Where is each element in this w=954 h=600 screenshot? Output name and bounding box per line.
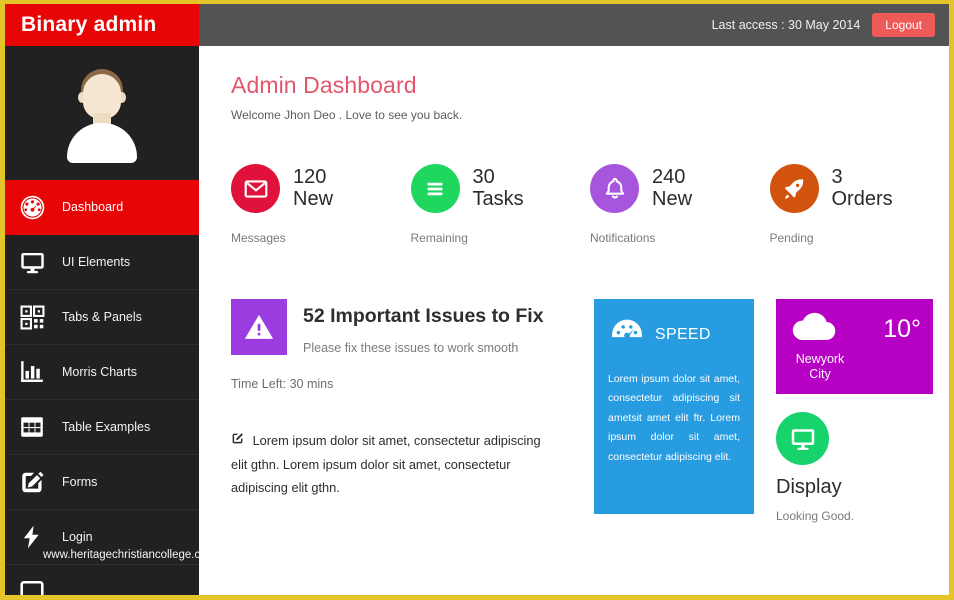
sidebar-item-morris-charts[interactable]: Morris Charts (5, 345, 199, 400)
stat-label: Notifications (590, 231, 656, 245)
issues-column: 52 Important Issues to Fix Please fix th… (231, 299, 576, 500)
weather-city: Newyork City (795, 352, 845, 381)
brand-logo-text: Binary admin (21, 13, 157, 36)
page-title: Admin Dashboard (231, 72, 417, 98)
stat-value: 240 New (652, 165, 693, 210)
main-content: Admin Dashboard Welcome Jhon Deo . Love … (199, 46, 949, 595)
warning-triangle-icon (231, 299, 287, 355)
monitor-icon (15, 247, 49, 277)
bolt-icon (15, 522, 49, 552)
stat-value: 3 Orders (831, 165, 893, 210)
edit-pencil-icon (15, 467, 49, 497)
right-column: 10° Newyork City Display Looking Good. (776, 299, 936, 523)
issues-header: 52 Important Issues to Fix Please fix th… (231, 299, 576, 355)
sidebar-item-label: Dashboard (62, 200, 124, 214)
avatar-body (67, 123, 137, 163)
user-avatar-area (5, 46, 199, 180)
monitor-icon (776, 412, 829, 465)
issues-title: 52 Important Issues to Fix (303, 305, 544, 327)
note-block: Lorem ipsum dolor sit amet, consectetur … (231, 429, 551, 500)
bell-icon (590, 164, 639, 213)
stat-word: Tasks (472, 187, 524, 210)
note-text: Lorem ipsum dolor sit amet, consectetur … (231, 433, 541, 496)
stat-word: Orders (831, 187, 893, 210)
stat-card-orders[interactable]: 3 Orders Pending (769, 164, 950, 245)
sidebar: Dashboard UI Elements Tabs & Panels Morr… (5, 46, 199, 595)
stat-card-messages[interactable]: 120 New Messages (231, 164, 411, 245)
stat-number: 3 (831, 165, 843, 188)
stat-value: 120 New (293, 165, 334, 210)
avatar (60, 65, 144, 163)
weather-tile[interactable]: 10° Newyork City (776, 299, 933, 394)
issues-subtitle: Please fix these issues to work smooth (303, 341, 519, 355)
sidebar-item-label: Table Examples (62, 420, 151, 434)
logout-button[interactable]: Logout (872, 13, 935, 37)
display-title: Display (776, 476, 842, 498)
sidebar-item-table-examples[interactable]: Table Examples (5, 400, 199, 455)
time-left-text: Time Left: 30 mins (231, 377, 334, 391)
speed-text: Lorem ipsum dolor sit amet, consectetur … (608, 373, 740, 463)
page-subtitle: Welcome Jhon Deo . Love to see you back. (231, 108, 463, 122)
sidebar-item-tabs-panels[interactable]: Tabs & Panels (5, 290, 199, 345)
app-window: Binary admin Last access : 30 May 2014 L… (0, 0, 954, 600)
sidebar-item-label: UI Elements (62, 255, 131, 269)
stat-value: 30 Tasks (472, 165, 524, 210)
bar-chart-icon (15, 357, 49, 387)
display-tile[interactable]: Display Looking Good. (776, 412, 936, 523)
cloud-icon (788, 309, 840, 350)
stat-label: Pending (769, 231, 814, 245)
window-icon (15, 577, 49, 595)
speed-panel: SPEED Lorem ipsum dolor sit amet, consec… (594, 299, 754, 514)
stats-row: 120 New Messages 30 Tasks Remaining 240 … (231, 164, 949, 245)
envelope-icon (231, 164, 280, 213)
stat-word: New (652, 187, 693, 210)
stat-number: 120 (293, 165, 327, 188)
stat-label: Remaining (410, 231, 468, 245)
sidebar-item-dashboard[interactable]: Dashboard (5, 180, 199, 235)
sidebar-item-partial[interactable] (5, 565, 199, 595)
sidebar-item-forms[interactable]: Forms (5, 455, 199, 510)
table-grid-icon (15, 412, 49, 442)
sidebar-item-label: Morris Charts (62, 365, 138, 379)
top-header: Binary admin Last access : 30 May 2014 L… (5, 4, 949, 46)
weather-temperature: 10° (883, 315, 921, 343)
dashboard-gauge-icon (15, 192, 49, 222)
stat-card-tasks[interactable]: 30 Tasks Remaining (410, 164, 591, 245)
rocket-icon (769, 164, 819, 213)
sidebar-item-login[interactable]: Login (5, 510, 199, 565)
stat-number: 30 (472, 165, 495, 188)
speed-header: SPEED (608, 313, 740, 356)
sidebar-item-ui-elements[interactable]: UI Elements (5, 235, 199, 290)
display-subtitle: Looking Good. (776, 509, 855, 523)
stat-label: Messages (231, 231, 286, 245)
list-icon (410, 164, 460, 213)
speed-title: SPEED (655, 325, 711, 343)
stat-word: New (293, 187, 334, 210)
speedometer-icon (608, 313, 646, 356)
header-bar: Last access : 30 May 2014 Logout (199, 4, 949, 46)
last-access-text: Last access : 30 May 2014 (711, 18, 861, 32)
sidebar-item-label: Forms (62, 475, 98, 489)
brand-logo[interactable]: Binary admin (5, 4, 199, 46)
edit-square-icon (231, 433, 248, 448)
sidebar-item-label: Login (62, 530, 93, 544)
content-row: 52 Important Issues to Fix Please fix th… (231, 299, 949, 523)
sidebar-item-label: Tabs & Panels (62, 310, 142, 324)
stat-number: 240 (652, 165, 686, 188)
qr-code-icon (15, 302, 49, 332)
stat-card-notifications[interactable]: 240 New Notifications (590, 164, 770, 245)
